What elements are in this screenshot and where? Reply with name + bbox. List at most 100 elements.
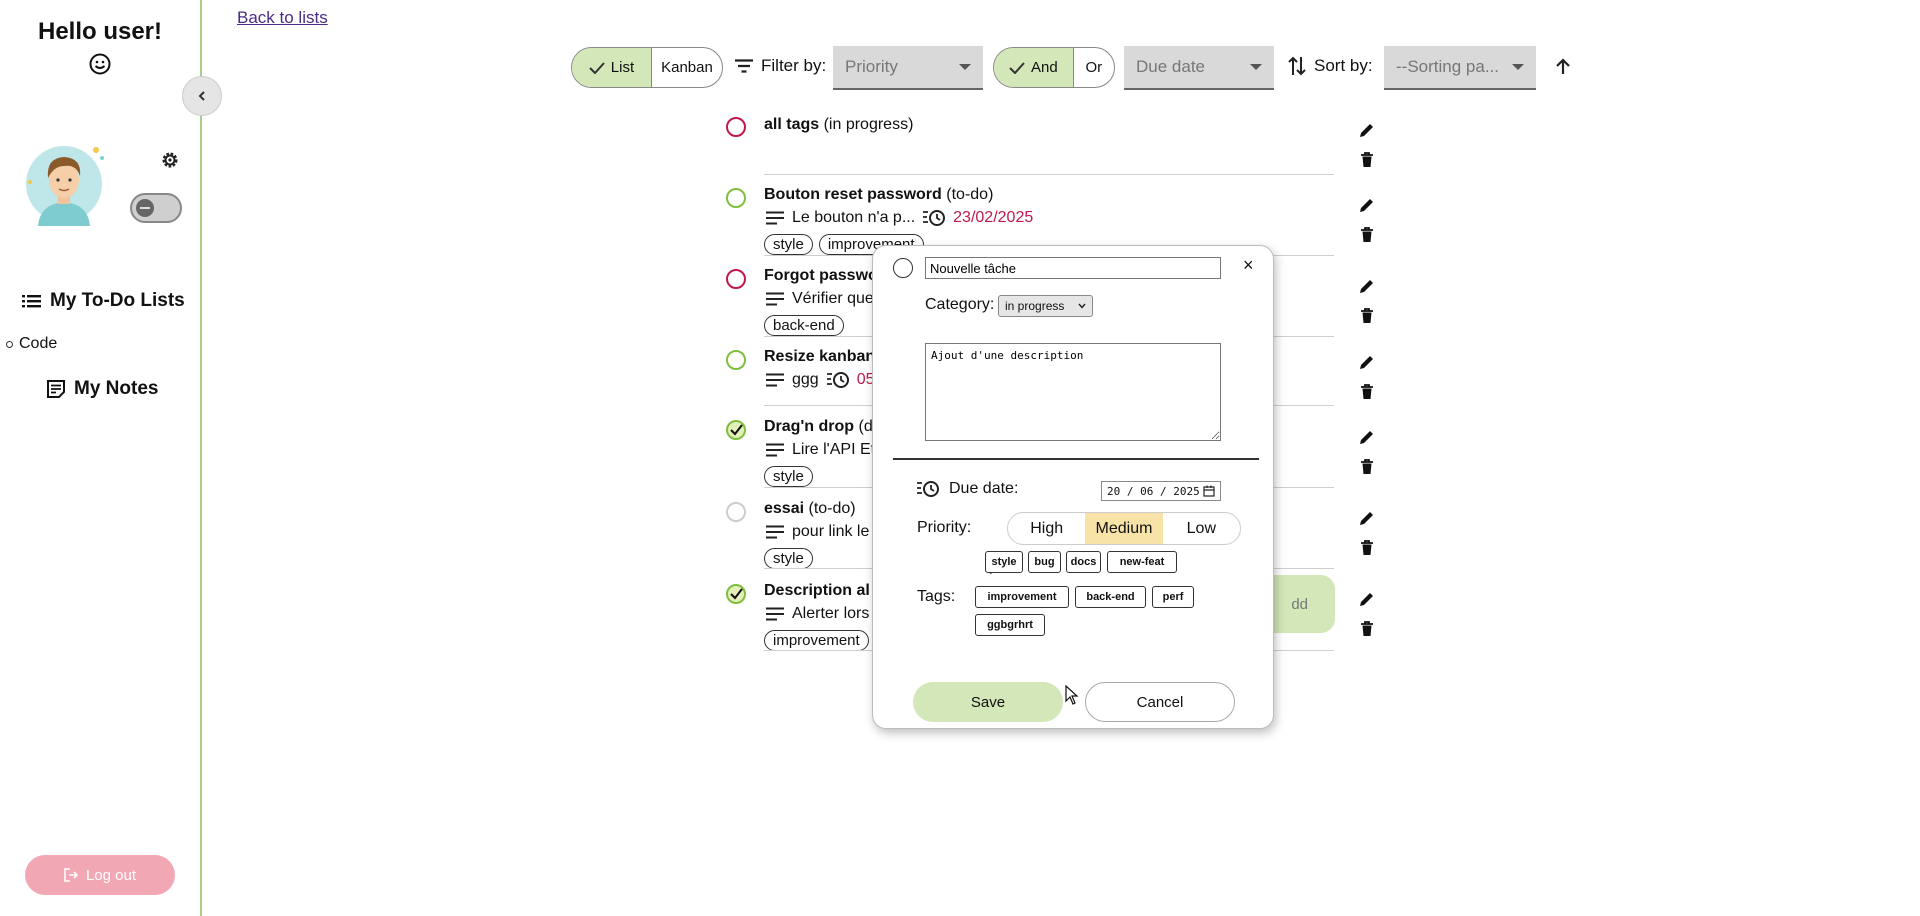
due-date-icon (923, 209, 946, 227)
tag: improvement (764, 630, 869, 651)
logout-button[interactable]: Log out (25, 855, 175, 895)
task-status-circle[interactable] (726, 117, 746, 137)
task-status-circle[interactable] (726, 188, 746, 208)
description-icon (766, 525, 784, 539)
available-tag[interactable]: style (985, 551, 1023, 573)
chevron-down-icon (1078, 303, 1086, 309)
sort-by-label: Sort by: (1314, 56, 1373, 75)
available-tag[interactable]: new-feat (1107, 551, 1177, 573)
bullet-icon (6, 340, 13, 348)
avatar[interactable] (24, 142, 108, 226)
description-icon (766, 373, 784, 387)
priority-filter-value: Priority (845, 57, 898, 76)
view-list-label: List (610, 59, 635, 76)
theme-toggle[interactable] (130, 193, 182, 223)
task-description: pour link le (792, 523, 870, 540)
tags-label: Tags: (917, 588, 956, 605)
logic-or-button[interactable]: Or (1072, 48, 1114, 87)
nav-my-notes[interactable]: My Notes (46, 378, 158, 400)
sort-by: Sort by: (1288, 56, 1373, 76)
collapse-sidebar-button[interactable] (182, 76, 222, 116)
trash-icon[interactable] (1358, 226, 1376, 244)
due-date-row: Due date: (917, 480, 1018, 498)
category-select[interactable]: in progress (998, 295, 1093, 317)
calendar-icon[interactable] (1203, 485, 1215, 497)
priority-high-option[interactable]: High (1008, 513, 1085, 544)
sidebar-list-code[interactable]: Code (6, 335, 57, 353)
trash-icon[interactable] (1358, 307, 1376, 325)
logic-and-button[interactable]: And (994, 48, 1073, 87)
task-details: ggg 05 (766, 371, 875, 389)
cancel-button[interactable]: Cancel (1085, 682, 1235, 722)
check-icon (589, 61, 605, 74)
divider (893, 458, 1259, 460)
task-description: Le bouton n'a p... (792, 209, 916, 226)
due-date-input[interactable]: 20 / 06 / 2025 (1101, 481, 1221, 501)
close-icon[interactable]: × (1243, 255, 1254, 276)
priority-low-option[interactable]: Low (1163, 513, 1240, 544)
edit-icon[interactable] (1358, 196, 1376, 214)
description-icon (766, 211, 784, 225)
view-kanban-button[interactable]: Kanban (650, 48, 722, 87)
task-tags: back-end (764, 315, 844, 336)
selected-tag[interactable]: perf (1152, 586, 1194, 608)
due-date-icon (917, 480, 939, 498)
priority-medium-option[interactable]: Medium (1085, 513, 1163, 544)
task-details: Alerter lors (766, 605, 869, 623)
trash-icon[interactable] (1358, 151, 1376, 169)
mouse-cursor-icon (1065, 685, 1079, 705)
back-to-lists-link[interactable]: Back to lists (237, 8, 328, 28)
due-date-filter-select[interactable]: Due date (1124, 46, 1274, 90)
save-button[interactable]: Save (913, 682, 1063, 722)
selected-tag[interactable]: back-end (1075, 586, 1146, 608)
trash-icon[interactable] (1358, 539, 1376, 557)
priority-filter-select[interactable]: Priority (833, 46, 983, 90)
greeting: Hello user! (37, 18, 163, 45)
task-details: pour link le (766, 523, 869, 541)
available-tag[interactable]: bug (1028, 551, 1061, 573)
trash-icon[interactable] (1358, 458, 1376, 476)
description-textarea[interactable]: Ajout d'une description (925, 343, 1221, 441)
edit-icon[interactable] (1358, 590, 1376, 608)
gear-icon[interactable] (160, 150, 180, 170)
task-tags: improvement (764, 630, 869, 651)
arrow-up-icon[interactable] (1552, 56, 1574, 78)
task-title: Resize kanban (764, 348, 876, 365)
trash-icon[interactable] (1358, 383, 1376, 401)
task-title-input[interactable] (925, 257, 1221, 279)
due-date-label: Due date: (949, 480, 1019, 497)
tag: style (764, 466, 813, 487)
edit-icon[interactable] (1358, 121, 1376, 139)
edit-icon[interactable] (1358, 277, 1376, 295)
selected-tag[interactable]: ggbgrhrt (975, 614, 1045, 636)
nav-todo-lists[interactable]: My To-Do Lists (22, 290, 185, 312)
selected-tag[interactable]: improvement (975, 586, 1069, 608)
filter-icon (735, 59, 753, 73)
task-description: Vérifier que (792, 290, 874, 307)
edit-icon[interactable] (1358, 353, 1376, 371)
task-title: Bouton reset password (to-do) (764, 186, 994, 203)
description-icon (766, 292, 784, 306)
task-details: Vérifier que (766, 290, 874, 308)
task-status-circle[interactable] (726, 502, 746, 522)
caret-down-icon (959, 64, 971, 70)
toggle-knob (136, 199, 154, 217)
edit-icon[interactable] (1358, 428, 1376, 446)
description-icon (766, 607, 784, 621)
task-due-date: 23/02/2025 (953, 209, 1034, 226)
task-status-circle-checked[interactable] (726, 584, 746, 604)
view-list-button[interactable]: List (572, 48, 651, 87)
trash-icon[interactable] (1358, 620, 1376, 638)
available-tag[interactable]: docs (1066, 551, 1101, 573)
sort-select[interactable]: --Sorting pa... (1384, 46, 1536, 90)
due-date-value: 20 / 06 / 2025 (1107, 484, 1200, 498)
task-title: all tags (in progress) (764, 116, 914, 133)
sort-icon (1288, 56, 1306, 76)
task-status-circle-checked[interactable] (726, 420, 746, 440)
modal-status-circle[interactable] (893, 258, 913, 278)
logic-or-label: Or (1085, 59, 1103, 76)
edit-icon[interactable] (1358, 509, 1376, 527)
nav-todo-lists-label: My To-Do Lists (50, 290, 185, 311)
task-status-circle[interactable] (726, 269, 746, 289)
task-status-circle[interactable] (726, 350, 746, 370)
